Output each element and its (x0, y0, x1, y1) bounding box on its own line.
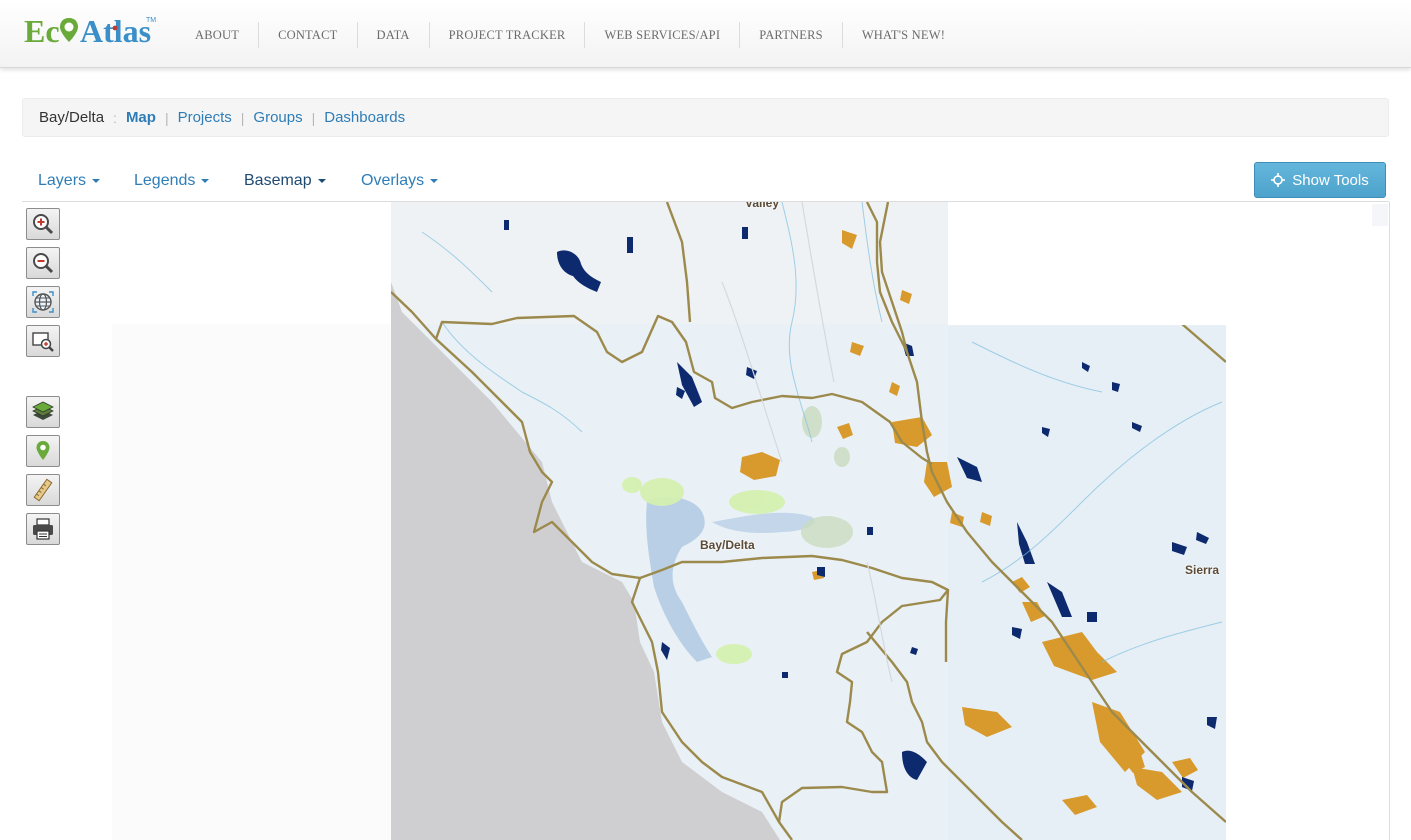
breadcrumb-groups-link[interactable]: Groups (253, 109, 302, 126)
zoom-out-icon (33, 253, 54, 274)
caret-down-icon (430, 178, 439, 183)
measure-tool-button[interactable] (26, 474, 60, 506)
zoom-in-icon (33, 214, 54, 235)
map-canvas[interactable]: Valley Bay/Delta Sierra (22, 202, 1390, 840)
breadcrumb-separator: : (113, 109, 117, 126)
breadcrumb-separator: | (240, 109, 245, 126)
basemap-dropdown-label: Basemap (244, 172, 312, 189)
caret-down-icon (317, 178, 326, 183)
marker-tool-button[interactable] (26, 435, 60, 467)
legends-dropdown[interactable]: Legends (134, 172, 210, 190)
zoom-out-button[interactable] (26, 247, 60, 279)
map-toolbar: Layers Legends Basemap Overlays Show Too… (22, 160, 1389, 202)
zoom-in-button[interactable] (26, 208, 60, 240)
map-label-valley: Valley (745, 202, 780, 210)
caret-down-icon (92, 178, 101, 183)
nav-about[interactable]: ABOUT (176, 22, 258, 48)
ruler-icon (33, 478, 53, 502)
breadcrumb-map-link[interactable]: Map (126, 109, 156, 126)
full-extent-button[interactable] (26, 286, 60, 318)
breadcrumb-region: Bay/Delta (39, 109, 105, 126)
basemap-dropdown[interactable]: Basemap (244, 172, 326, 190)
breadcrumb-separator: | (311, 109, 316, 126)
breadcrumb-separator: | (164, 109, 169, 126)
crosshair-icon (1271, 173, 1286, 187)
top-navbar: Ec Atlas TM ABOUT CONTACT DATA PROJECT T… (0, 0, 1411, 68)
legends-dropdown-label: Legends (134, 172, 196, 189)
overlays-dropdown-label: Overlays (361, 172, 425, 189)
marker-icon (36, 441, 50, 460)
show-tools-button[interactable]: Show Tools (1254, 162, 1386, 198)
print-button[interactable] (26, 513, 60, 545)
breadcrumb: Bay/Delta : Map | Projects | Groups | Da… (22, 98, 1389, 137)
map-scrollbar[interactable] (1372, 204, 1388, 226)
overlays-dropdown[interactable]: Overlays (361, 172, 439, 190)
nav-partners[interactable]: PARTNERS (739, 22, 842, 48)
nav-web-services-api[interactable]: WEB SERVICES/API (584, 22, 739, 48)
layers-tool-button[interactable] (26, 396, 60, 428)
layers-dropdown-label: Layers (38, 172, 87, 189)
show-tools-label: Show Tools (1292, 171, 1369, 189)
ecoatlas-logo[interactable]: Ec Atlas TM (24, 12, 160, 56)
breadcrumb-dashboards-link[interactable]: Dashboards (324, 109, 405, 126)
layers-dropdown[interactable]: Layers (38, 172, 101, 190)
nav-data[interactable]: DATA (356, 22, 429, 48)
main-nav: ABOUT CONTACT DATA PROJECT TRACKER WEB S… (176, 22, 964, 48)
trademark-mark: TM (146, 17, 156, 24)
map-label-sierra: Sierra (1185, 563, 1220, 577)
nav-whats-new[interactable]: WHAT'S NEW! (841, 22, 964, 48)
print-icon (33, 518, 53, 540)
nav-project-tracker[interactable]: PROJECT TRACKER (428, 22, 585, 48)
caret-down-icon (201, 178, 210, 183)
map-tiles[interactable] (22, 202, 1390, 840)
nav-contact[interactable]: CONTACT (258, 22, 356, 48)
zoom-box-icon (32, 332, 54, 352)
breadcrumb-projects-link[interactable]: Projects (178, 109, 232, 126)
globe-icon (32, 291, 54, 313)
map-label-bay-delta: Bay/Delta (700, 538, 755, 552)
svg-text:Atlas: Atlas (80, 13, 151, 49)
svg-text:Ec: Ec (24, 13, 60, 49)
zoom-box-button[interactable] (26, 325, 60, 357)
layers-icon (32, 401, 54, 420)
